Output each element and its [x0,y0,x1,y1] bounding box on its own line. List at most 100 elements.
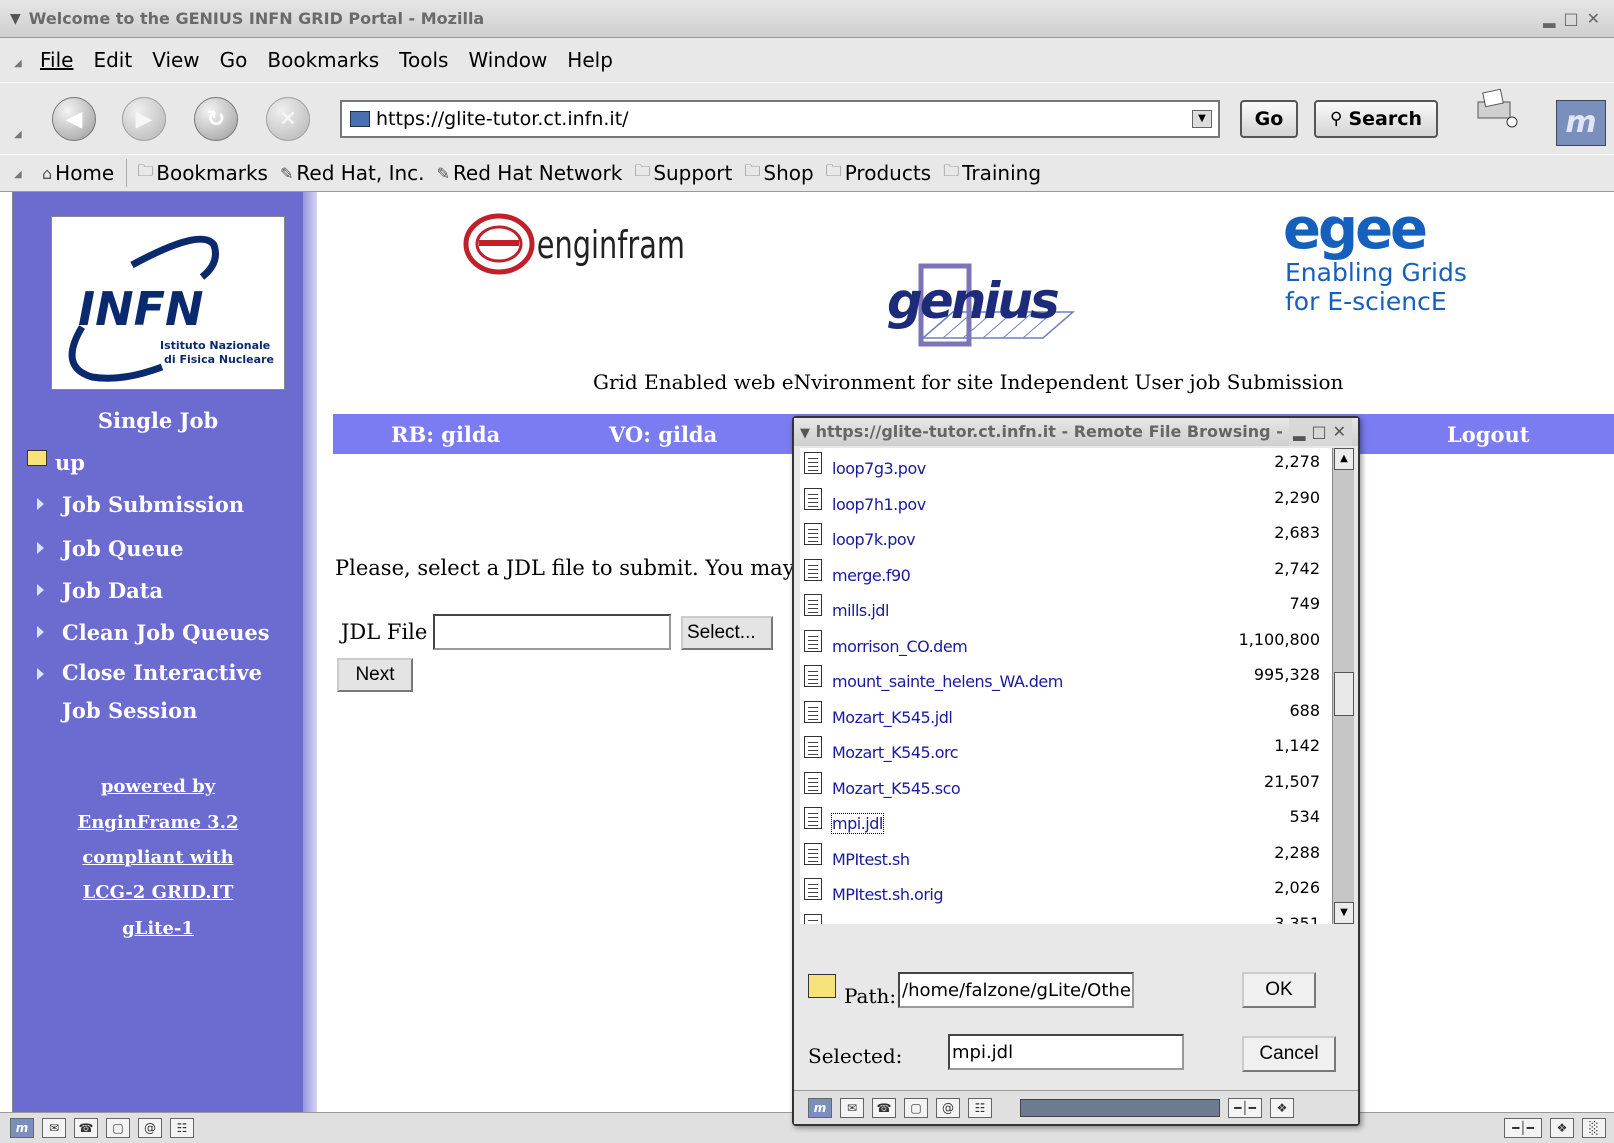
footer-compliant-with-link[interactable]: compliant with [13,847,303,868]
window-controls[interactable]: ▂□✕ [1543,9,1608,28]
bookmark-folder-shop[interactable]: 🗀 Shop [744,160,813,187]
file-name[interactable]: morrison_CO.dem [832,637,968,656]
file-row[interactable]: morrison_CO.dem 1,100,800 [800,626,1320,662]
bookmark-red-hat-network[interactable]: ✎ Red Hat Network [437,161,623,185]
file-row[interactable]: loop7h1.pov 2,290 [800,484,1320,520]
reload-button[interactable]: ↻ [194,97,238,141]
search-button[interactable]: ⚲ Search [1314,100,1438,138]
bookmark-folder-support[interactable]: 🗀 Support [634,160,732,187]
bookmark-folder-products[interactable]: 🗀 Products [826,160,931,187]
file-row[interactable]: mills.jdl 749 [800,590,1320,626]
file-row[interactable]: OFFICES.OBJ 3,351 [800,910,1320,925]
popup-window-controls[interactable]: ▂□✕ [1289,418,1352,446]
jdl-file-input[interactable] [433,614,671,650]
file-row[interactable]: loop7k.pov 2,683 [800,519,1320,555]
popup-menu-icon[interactable]: ▼ [800,426,810,441]
file-name[interactable]: Mozart_K545.orc [832,743,959,762]
file-name[interactable]: loop7k.pov [832,530,916,549]
sidebar-item-job-data[interactable]: Job Data [33,578,163,603]
composer-icon[interactable]: ▢ [106,1118,130,1138]
sidebar-item-job-queue[interactable]: Job Queue [33,536,184,561]
menu-edit[interactable]: Edit [93,48,132,72]
network-status-icon[interactable]: ☷ [170,1118,194,1138]
sidebar-item-close-interactive-job-session[interactable]: Close Interactive Job Session [33,654,295,730]
online-status-icon[interactable]: ━│━ [1228,1097,1262,1118]
forward-button[interactable]: ▶ [122,97,166,141]
scrollbar-thumb[interactable] [1334,672,1354,716]
file-name[interactable]: loop7h1.pov [832,495,926,514]
composer-icon[interactable]: ▢ [904,1097,928,1118]
folder-up-icon[interactable] [808,974,836,998]
next-button[interactable]: Next [337,658,413,692]
security-lock-icon[interactable]: ░ [1582,1118,1606,1138]
navigator-icon[interactable]: m [10,1118,34,1138]
file-row[interactable]: Mozart_K545.jdl 688 [800,697,1320,733]
path-input[interactable]: /home/falzone/gLite/Other [898,972,1134,1008]
logout-link[interactable]: Logout [1447,422,1529,447]
file-name[interactable]: MPItest.sh.orig [832,885,944,904]
bookmark-red-hat-inc[interactable]: ✎ Red Hat, Inc. [280,161,425,185]
file-row[interactable]: merge.f90 2,742 [800,555,1320,591]
chat-icon[interactable]: ☎ [872,1097,896,1118]
file-name[interactable]: loop7g3.pov [832,459,926,478]
file-row[interactable]: mpi.jdl 534 [800,803,1320,839]
stop-button[interactable]: ✕ [266,97,310,141]
scroll-up-icon[interactable]: ▲ [1334,448,1354,470]
bookmark-folder-bookmarks[interactable]: 🗀 Bookmarks [137,160,268,187]
chat-icon[interactable]: ☎ [74,1118,98,1138]
mozilla-throbber-icon[interactable]: m [1556,100,1606,146]
url-history-dropdown-icon[interactable]: ▼ [1192,110,1212,128]
ok-button[interactable]: OK [1242,972,1316,1008]
menu-go[interactable]: Go [220,48,248,72]
file-name[interactable]: Mozart_K545.sco [832,779,961,798]
toolbar-grip-icon[interactable]: ◢ [14,58,24,69]
back-button[interactable]: ◀ [52,97,96,141]
sidebar-item-clean-job-queues[interactable]: Clean Job Queues [33,620,270,645]
network-status-icon[interactable]: ☷ [968,1097,992,1118]
file-name[interactable]: mpi.jdl [831,813,884,834]
sidebar-item-job-submission[interactable]: Job Submission [33,492,244,517]
file-name[interactable]: mount_sainte_helens_WA.dem [832,672,1063,691]
file-name[interactable]: Mozart_K545.jdl [832,708,953,727]
menu-help[interactable]: Help [567,48,613,72]
address-book-icon[interactable]: @ [138,1118,162,1138]
toolbar-grip-icon[interactable]: ◢ [14,129,24,140]
footer-lcg2-gridit-link[interactable]: LCG-2 GRID.IT [13,882,303,903]
online-status-icon[interactable]: ━│━ [1504,1118,1542,1138]
selected-file-input[interactable]: mpi.jdl [948,1034,1184,1070]
menu-bookmarks[interactable]: Bookmarks [267,48,379,72]
file-list[interactable]: loop7g3.pov 2,278 loop7h1.pov 2,290 loop7k.p… [800,448,1338,924]
mail-icon[interactable]: ✉ [840,1097,864,1118]
file-name[interactable]: MPItest.sh [832,850,910,869]
menu-window[interactable]: Window [468,48,547,72]
toolbar-grip-icon[interactable]: ◢ [14,169,24,180]
file-row[interactable]: mount_sainte_helens_WA.dem 995,328 [800,661,1320,697]
select-file-button[interactable]: Select... [681,616,773,650]
footer-enginframe-link[interactable]: EnginFrame 3.2 [13,812,303,833]
file-name[interactable]: OFFICES.OBJ [832,921,928,925]
menu-tools[interactable]: Tools [399,48,448,72]
file-row[interactable]: MPItest.sh 2,288 [800,839,1320,875]
menu-view[interactable]: View [152,48,199,72]
file-row[interactable]: Mozart_K545.orc 1,142 [800,732,1320,768]
scroll-down-icon[interactable]: ▼ [1334,902,1354,924]
mail-icon[interactable]: ✉ [42,1118,66,1138]
go-button[interactable]: Go [1240,100,1298,138]
navigator-icon[interactable]: m [808,1097,832,1118]
file-list-scrollbar[interactable]: ▲ ▼ [1332,448,1354,924]
menu-file[interactable]: File [40,48,73,72]
file-row[interactable]: MPItest.sh.orig 2,026 [800,874,1320,910]
sidebar-up-link[interactable]: up [27,450,85,475]
bookmark-home[interactable]: ⌂ Home [42,161,114,185]
footer-glite-link[interactable]: gLite-1 [13,918,303,939]
window-menu-icon[interactable]: ▼ [10,11,21,27]
address-book-icon[interactable]: @ [936,1097,960,1118]
file-row[interactable]: Mozart_K545.sco 21,507 [800,768,1320,804]
bookmark-folder-training[interactable]: 🗀 Training [943,160,1041,187]
print-icon[interactable] [1472,88,1520,128]
url-bar[interactable]: https://glite-tutor.ct.infn.it/ ▼ [340,100,1220,138]
file-row[interactable]: loop7g3.pov 2,278 [800,448,1320,484]
footer-powered-by-link[interactable]: powered by [13,776,303,797]
cancel-button[interactable]: Cancel [1242,1036,1336,1072]
file-name[interactable]: merge.f90 [832,566,911,585]
